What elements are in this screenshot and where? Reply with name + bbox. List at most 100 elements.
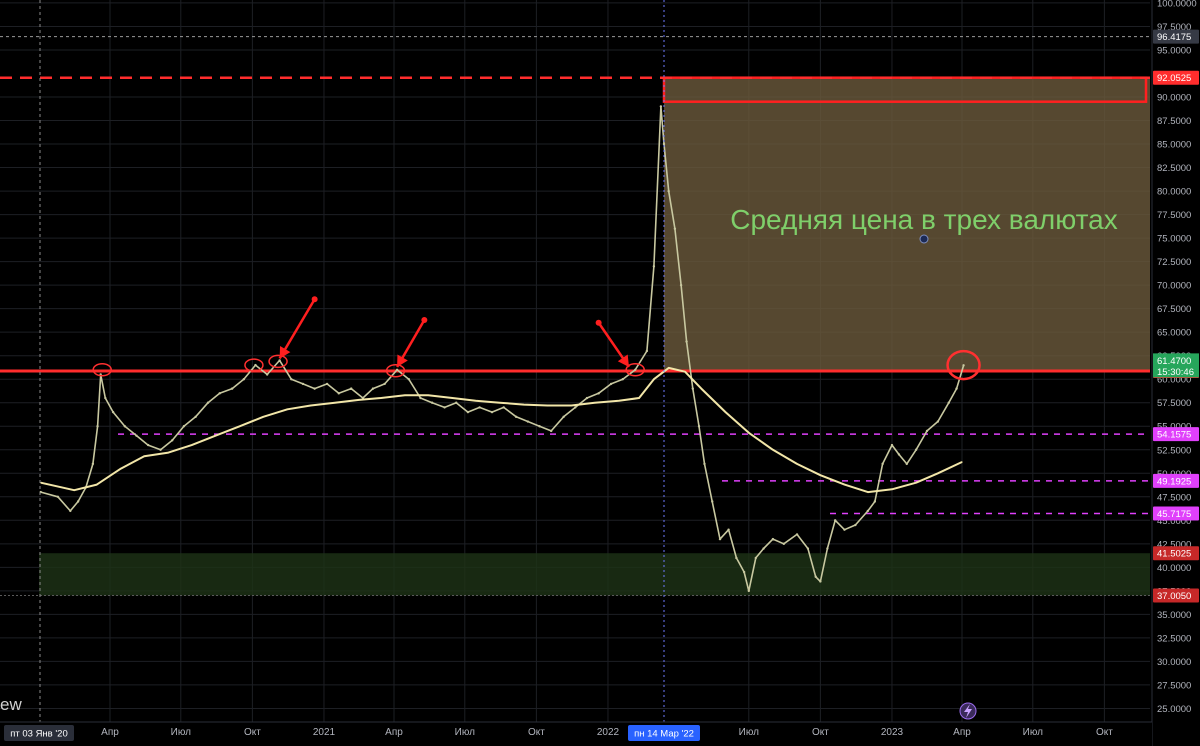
- price-point-92: [947, 401, 950, 404]
- price-point-47: [562, 415, 565, 419]
- price-point-43: [514, 415, 518, 419]
- price-point-23: [278, 359, 281, 362]
- ma-point-8: [239, 425, 241, 427]
- ma-point-6: [191, 444, 193, 446]
- price-point-62: [691, 387, 694, 390]
- y-tick-label: 30.0000: [1157, 657, 1191, 668]
- price-point-48: [574, 406, 577, 409]
- y-tick-label: 25.0000: [1157, 704, 1191, 715]
- price-point-79: [826, 547, 829, 550]
- price-point-15: [182, 425, 186, 428]
- price-point-74: [782, 542, 786, 546]
- price-point-69: [742, 570, 746, 574]
- price-point-93: [955, 387, 958, 390]
- price-point-72: [762, 547, 765, 550]
- ma-point-15: [404, 394, 406, 396]
- price-point-12: [146, 443, 150, 447]
- ma-point-11: [310, 404, 312, 407]
- price-point-49: [585, 396, 589, 400]
- y-tick-label: 52.5000: [1157, 445, 1191, 456]
- price-point-21: [254, 363, 257, 367]
- price-point-65: [711, 500, 714, 503]
- ma-point-17: [451, 397, 453, 399]
- price-point-11: [135, 434, 138, 437]
- x-tick-label: 2021: [313, 727, 336, 738]
- price-point-68: [735, 556, 738, 560]
- price-point-25: [301, 382, 305, 386]
- price-level-6-label: 37.0050: [1157, 591, 1191, 602]
- ma-point-26: [653, 378, 655, 380]
- ma-point-19: [499, 402, 501, 404]
- price-point-81: [843, 528, 846, 531]
- price-point-86: [890, 443, 894, 447]
- ma-point-3: [120, 467, 122, 470]
- price-point-73: [771, 537, 775, 541]
- x-tick-label: Окт: [244, 727, 261, 738]
- ma-point-1: [73, 489, 75, 491]
- price-point-26: [313, 387, 316, 390]
- price-point-80: [833, 519, 837, 522]
- x-tick-label: Апр: [953, 727, 971, 738]
- price-level-0-label: 92.0525: [1157, 73, 1191, 84]
- y-tick-label: 40.0000: [1157, 563, 1191, 574]
- lightning-icon[interactable]: [959, 702, 977, 720]
- price-point-16: [194, 415, 197, 419]
- price-point-61: [685, 340, 688, 343]
- price-point-44: [526, 420, 530, 423]
- x-tick-label: Окт: [528, 727, 545, 738]
- price-point-57: [662, 142, 666, 146]
- x-tick-label: Июл: [739, 727, 759, 738]
- price-point-91: [936, 420, 940, 423]
- price-point-46: [549, 429, 553, 433]
- arrow-tail-dot-0: [311, 296, 318, 303]
- price-point-88: [905, 462, 908, 466]
- price-level-3-label: 49.1925: [1157, 476, 1191, 487]
- price-level-5-label: 41.5025: [1157, 549, 1191, 560]
- price-point-85: [881, 462, 884, 466]
- price-axis[interactable]: 25.000027.500030.000032.500035.000037.50…: [1151, 0, 1200, 746]
- price-point-77: [814, 575, 817, 578]
- y-tick-label: 67.5000: [1157, 304, 1191, 315]
- price-chart[interactable]: Средняя цена в трех валютах 25.0000 27.50…: [0, 0, 1200, 746]
- ma-point-27: [668, 367, 670, 369]
- arrow-tail-dot-2: [595, 319, 602, 326]
- price-point-78: [819, 580, 822, 583]
- price-point-70: [747, 589, 751, 593]
- y-tick-label: 47.5000: [1157, 492, 1191, 503]
- annotation-anchor-icon: [919, 234, 929, 244]
- price-point-17: [206, 401, 210, 404]
- price-point-9: [111, 410, 115, 414]
- ma-point-21: [546, 404, 548, 407]
- ma-point-2: [96, 483, 98, 486]
- y-tick-label: 35.0000: [1157, 610, 1191, 621]
- x-tick-label: Апр: [101, 727, 119, 738]
- price-point-83: [866, 509, 870, 513]
- price-point-50: [597, 392, 600, 395]
- y-tick-label: 100.0000: [1157, 0, 1197, 9]
- price-point-34: [407, 378, 410, 381]
- y-tick-label: 95.0000: [1157, 45, 1191, 56]
- ma-point-13: [358, 399, 360, 401]
- x-tick-label: Апр: [385, 727, 403, 738]
- x-tick-label: Окт: [812, 727, 829, 738]
- x-tick-label: Июл: [171, 727, 191, 738]
- price-point-18: [218, 392, 221, 395]
- price-point-14: [171, 439, 174, 442]
- price-point-22: [265, 373, 269, 376]
- y-tick-label: 85.0000: [1157, 140, 1191, 151]
- ma-point-39: [937, 472, 939, 474]
- price-point-27: [325, 382, 329, 386]
- price-point-42: [502, 406, 505, 409]
- price-point-3: [76, 500, 80, 503]
- price-point-54: [645, 349, 649, 353]
- price-point-13: [159, 448, 162, 451]
- price-point-60: [679, 283, 683, 287]
- y-tick-label: 87.5000: [1157, 116, 1191, 127]
- price-point-67: [727, 528, 730, 531]
- price-point-24: [290, 378, 293, 381]
- price-point-63: [697, 425, 701, 428]
- price-point-53: [634, 368, 637, 372]
- price-point-29: [350, 387, 353, 390]
- ma-point-18: [475, 400, 477, 402]
- y-tick-label: 27.5000: [1157, 680, 1191, 691]
